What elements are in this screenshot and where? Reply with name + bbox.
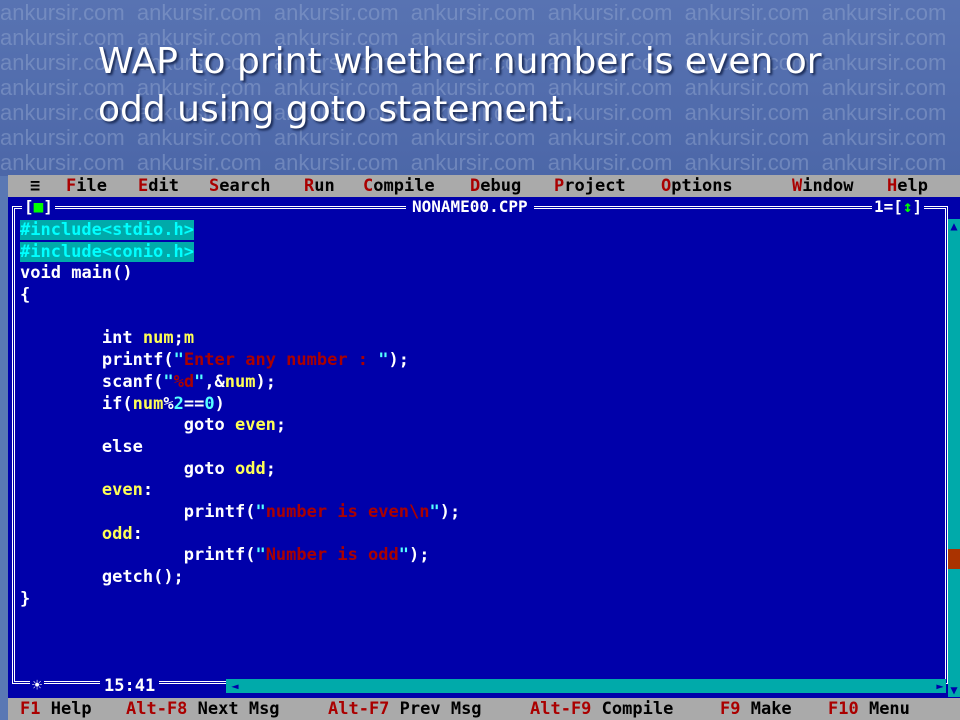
- close-window-button[interactable]: [■]: [22, 197, 55, 217]
- horizontal-scrollbar[interactable]: ◄ ►: [226, 679, 946, 693]
- menu-options[interactable]: Options: [661, 175, 733, 197]
- status-bar: F1 Help Alt-F8 Next Msg Alt-F7 Prev Msg Alt…: [8, 698, 960, 720]
- code-line: scanf("%d",&num);: [101, 371, 276, 392]
- menu-debug-hotkey: D: [470, 176, 481, 196]
- shortcut-label: Help: [40, 699, 92, 719]
- scroll-up-arrow-icon[interactable]: ▲: [948, 219, 960, 233]
- shortcut-label: Next Msg: [187, 699, 280, 719]
- code-line: int num;m: [101, 328, 195, 349]
- window-number-zoom[interactable]: 1=[↕]: [872, 197, 925, 217]
- menu-help[interactable]: Help: [887, 175, 928, 197]
- modified-indicator-icon: ☀: [30, 675, 45, 697]
- slide-background: ankursir.com ankursir.com ankursir.com a…: [0, 0, 960, 176]
- code-line: else: [101, 436, 143, 457]
- status-shortcut-menu[interactable]: F10 Menu: [828, 698, 910, 720]
- code-line: even:: [101, 480, 154, 501]
- code-line: {: [20, 285, 31, 306]
- code-line: printf("Enter any number : ");: [101, 350, 410, 371]
- slide-title-line-1: WAP to print whether number is even or: [98, 41, 822, 82]
- shortcut-label: Make: [740, 699, 792, 719]
- status-shortcut-help[interactable]: F1 Help: [20, 698, 92, 720]
- menu-search[interactable]: Search: [209, 175, 270, 197]
- vertical-scroll-thumb[interactable]: [948, 549, 960, 569]
- code-line: void main(): [20, 263, 133, 284]
- shortcut-key: Alt-F9: [530, 699, 592, 719]
- menu-search-hotkey: S: [209, 176, 220, 196]
- code-line: }: [20, 588, 31, 609]
- code-line: #include<stdio.h>: [20, 220, 194, 240]
- code-line: getch();: [101, 567, 184, 587]
- code-line: #include<conio.h>: [20, 241, 194, 262]
- status-shortcut-prev-msg[interactable]: Alt-F7 Prev Msg: [328, 698, 482, 720]
- shortcut-key: F1: [20, 699, 41, 719]
- menu-compile[interactable]: Compile: [363, 175, 435, 197]
- menu-edit[interactable]: Edit: [138, 175, 179, 197]
- turbo-c-ide: ≡ File Edit Search Run Compile Debug Pro…: [8, 175, 960, 720]
- system-menu-icon[interactable]: ≡: [30, 175, 40, 197]
- menu-edit-hotkey: E: [138, 176, 149, 196]
- shortcut-key: Alt-F7: [328, 699, 390, 719]
- code-line: printf("number is even\n");: [183, 501, 461, 522]
- scroll-left-arrow-icon[interactable]: ◄: [226, 679, 244, 693]
- code-area[interactable]: #include<stdio.h> #include<conio.h> void m…: [20, 220, 940, 610]
- code-line: goto odd;: [183, 458, 276, 479]
- menu-compile-hotkey: C: [363, 176, 374, 196]
- shortcut-label: Menu: [858, 699, 910, 719]
- shortcut-key: F9: [720, 699, 741, 719]
- slide-title: WAP to print whether number is even or o…: [98, 38, 898, 134]
- scroll-right-arrow-icon[interactable]: ►: [934, 679, 946, 693]
- menu-help-hotkey: H: [887, 176, 898, 196]
- code-line: printf("Number is odd");: [183, 545, 430, 566]
- status-shortcut-next-msg[interactable]: Alt-F8 Next Msg: [126, 698, 280, 720]
- code-line: odd:: [101, 523, 143, 544]
- shortcut-key: Alt-F8: [126, 699, 188, 719]
- code-line: goto even;: [183, 415, 287, 436]
- menu-file-hotkey: F: [66, 176, 77, 196]
- editor-window: [■] NONAME00.CPP 1=[↕] #include<stdio.h>…: [8, 197, 960, 698]
- menu-window-hotkey: W: [792, 176, 803, 196]
- shortcut-label: Prev Msg: [389, 699, 482, 719]
- vertical-scrollbar[interactable]: ▲ ▼: [948, 219, 960, 697]
- menu-file[interactable]: File: [66, 175, 107, 197]
- status-shortcut-compile[interactable]: Alt-F9 Compile: [530, 698, 673, 720]
- code-line: if(num%2==0): [101, 393, 225, 414]
- menu-run[interactable]: Run: [304, 175, 335, 197]
- slide-title-line-2: odd using goto statement.: [98, 89, 576, 130]
- menu-run-hotkey: R: [304, 176, 315, 196]
- editor-filename: NONAME00.CPP: [406, 197, 534, 217]
- menu-project[interactable]: Project: [554, 175, 626, 197]
- menu-project-hotkey: P: [554, 176, 565, 196]
- menu-window[interactable]: Window: [792, 175, 853, 197]
- shortcut-label: Compile: [591, 699, 674, 719]
- menu-bar: ≡ File Edit Search Run Compile Debug Pro…: [8, 175, 960, 197]
- menu-options-hotkey: O: [661, 176, 672, 196]
- status-shortcut-make[interactable]: F9 Make: [720, 698, 792, 720]
- editor-title-bar: [■] NONAME00.CPP 1=[↕]: [8, 197, 960, 217]
- editor-bottom-bar: ☀ 15:41 ◄ ►: [8, 675, 960, 697]
- cursor-position: 15:41: [100, 675, 160, 697]
- shortcut-key: F10: [828, 699, 859, 719]
- menu-debug[interactable]: Debug: [470, 175, 521, 197]
